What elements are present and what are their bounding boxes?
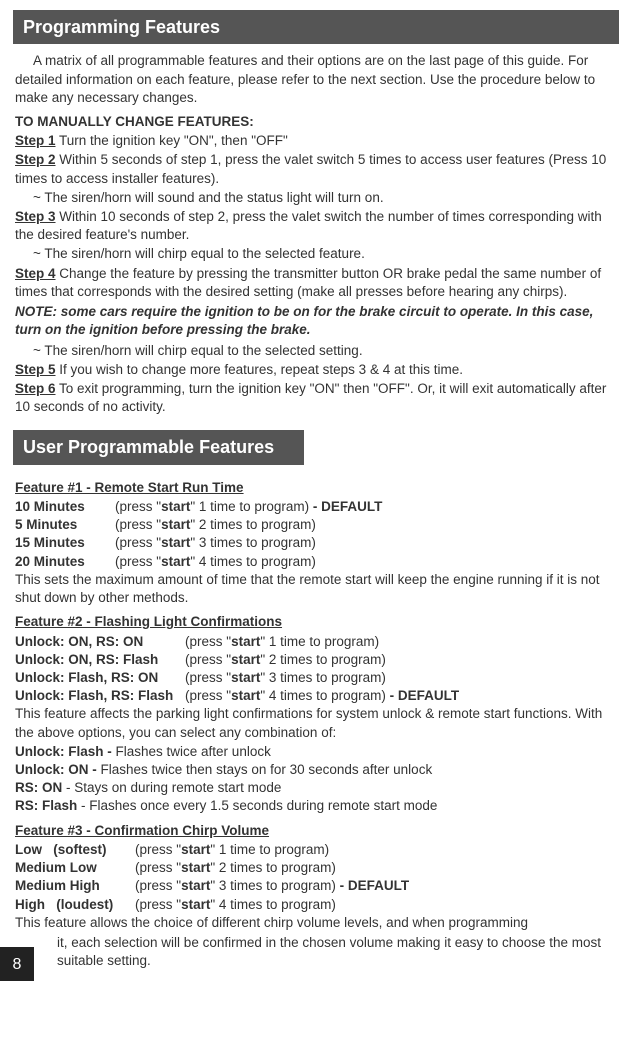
step-4-result: ~ The siren/horn will chirp equal to the… <box>33 342 617 360</box>
opt-action: (press "start" 1 time to program) <box>135 842 329 857</box>
opt-action: (press "start" 1 time to program) <box>185 634 379 649</box>
opt-action: (press "start" 3 times to program) <box>135 878 336 893</box>
feature-2-desc: This feature affects the parking light c… <box>15 705 617 741</box>
feature-1-option-2: 5 Minutes(press "start" 2 times to progr… <box>15 516 617 534</box>
step-6: Step 6 To exit programming, turn the ign… <box>15 380 617 416</box>
feature-3-title: Feature #3 - Confirmation Chirp Volume <box>15 822 617 840</box>
section-heading-programming: Programming Features <box>13 10 619 44</box>
feature-2-sub-2: Unlock: ON - Flashes twice then stays on… <box>15 761 617 779</box>
intro-paragraph: A matrix of all programmable features an… <box>15 52 617 107</box>
document-page: Programming Features A matrix of all pro… <box>0 0 632 991</box>
opt-action: (press "start" 4 times to program) <box>185 688 386 703</box>
step-1-label: Step 1 <box>15 133 56 148</box>
opt-action: (press "start" 4 times to program) <box>115 554 316 569</box>
opt-label: 15 Minutes <box>15 534 115 552</box>
feature-3-desc-line2: it, each selection will be confirmed in … <box>15 934 617 970</box>
feature-3-option-4: High (loudest)(press "start" 4 times to … <box>15 896 617 914</box>
feature-3-option-1: Low (softest)(press "start" 1 time to pr… <box>15 841 617 859</box>
step-2-text: Within 5 seconds of step 1, press the va… <box>15 152 606 185</box>
step-2-result: ~ The siren/horn will sound and the stat… <box>33 189 617 207</box>
step-5: Step 5 If you wish to change more featur… <box>15 361 617 379</box>
feature-1-option-3: 15 Minutes(press "start" 3 times to prog… <box>15 534 617 552</box>
feature-1-option-4: 20 Minutes(press "start" 4 times to prog… <box>15 553 617 571</box>
opt-label: Unlock: Flash, RS: Flash <box>15 687 185 705</box>
opt-action: (press "start" 3 times to program) <box>115 535 316 550</box>
step-4-label: Step 4 <box>15 266 56 281</box>
opt-label: 20 Minutes <box>15 553 115 571</box>
opt-action: (press "start" 2 times to program) <box>115 517 316 532</box>
step-1: Step 1 Turn the ignition key "ON", then … <box>15 132 617 150</box>
opt-suffix: - DEFAULT <box>336 878 409 893</box>
feature-1-option-1: 10 Minutes(press "start" 1 time to progr… <box>15 498 617 516</box>
opt-action: (press "start" 4 times to program) <box>135 897 336 912</box>
step-3-label: Step 3 <box>15 209 56 224</box>
opt-label: 5 Minutes <box>15 516 115 534</box>
step-3: Step 3 Within 10 seconds of step 2, pres… <box>15 208 617 244</box>
opt-label: Unlock: ON, RS: Flash <box>15 651 185 669</box>
feature-1-title: Feature #1 - Remote Start Run Time <box>15 479 617 497</box>
step-4-text: Change the feature by pressing the trans… <box>15 266 601 299</box>
opt-label: 10 Minutes <box>15 498 115 516</box>
step-4: Step 4 Change the feature by pressing th… <box>15 265 617 301</box>
opt-label: Medium Low <box>15 859 135 877</box>
feature-1-desc: This sets the maximum amount of time tha… <box>15 571 617 607</box>
page-number: 8 <box>0 947 34 981</box>
feature-3-option-3: Medium High(press "start" 3 times to pro… <box>15 877 617 895</box>
opt-label: Low (softest) <box>15 841 135 859</box>
opt-suffix: - DEFAULT <box>309 499 382 514</box>
feature-2-sub-1: Unlock: Flash - Flashes twice after unlo… <box>15 743 617 761</box>
opt-label: Medium High <box>15 877 135 895</box>
opt-label: Unlock: ON, RS: ON <box>15 633 185 651</box>
step-1-text: Turn the ignition key "ON", then "OFF" <box>56 133 288 148</box>
step-5-label: Step 5 <box>15 362 56 377</box>
step-2: Step 2 Within 5 seconds of step 1, press… <box>15 151 617 187</box>
opt-suffix: - DEFAULT <box>386 688 459 703</box>
feature-3-option-2: Medium Low(press "start" 2 times to prog… <box>15 859 617 877</box>
step-2-label: Step 2 <box>15 152 56 167</box>
opt-label: Unlock: Flash, RS: ON <box>15 669 185 687</box>
step-6-text: To exit programming, turn the ignition k… <box>15 381 606 414</box>
feature-2-option-2: Unlock: ON, RS: Flash(press "start" 2 ti… <box>15 651 617 669</box>
opt-action: (press "start" 3 times to program) <box>185 670 386 685</box>
opt-action: (press "start" 1 time to program) <box>115 499 309 514</box>
step-3-text: Within 10 seconds of step 2, press the v… <box>15 209 602 242</box>
feature-2-title: Feature #2 - Flashing Light Confirmation… <box>15 613 617 631</box>
opt-action: (press "start" 2 times to program) <box>135 860 336 875</box>
step-6-label: Step 6 <box>15 381 56 396</box>
feature-2-sub-3: RS: ON - Stays on during remote start mo… <box>15 779 617 797</box>
feature-2-option-3: Unlock: Flash, RS: ON(press "start" 3 ti… <box>15 669 617 687</box>
step-4-note: NOTE: some cars require the ignition to … <box>15 303 617 339</box>
feature-2-sub-4: RS: Flash - Flashes once every 1.5 secon… <box>15 797 617 815</box>
feature-3-desc-line1: This feature allows the choice of differ… <box>15 914 617 932</box>
feature-2-option-4: Unlock: Flash, RS: Flash(press "start" 4… <box>15 687 617 705</box>
step-5-text: If you wish to change more features, rep… <box>56 362 463 377</box>
manual-change-heading: TO MANUALLY CHANGE FEATURES: <box>15 113 617 131</box>
opt-label: High (loudest) <box>15 896 135 914</box>
opt-action: (press "start" 2 times to program) <box>185 652 386 667</box>
section-heading-user-features: User Programmable Features <box>13 430 304 464</box>
step-3-result: ~ The siren/horn will chirp equal to the… <box>33 245 617 263</box>
feature-2-option-1: Unlock: ON, RS: ON(press "start" 1 time … <box>15 633 617 651</box>
